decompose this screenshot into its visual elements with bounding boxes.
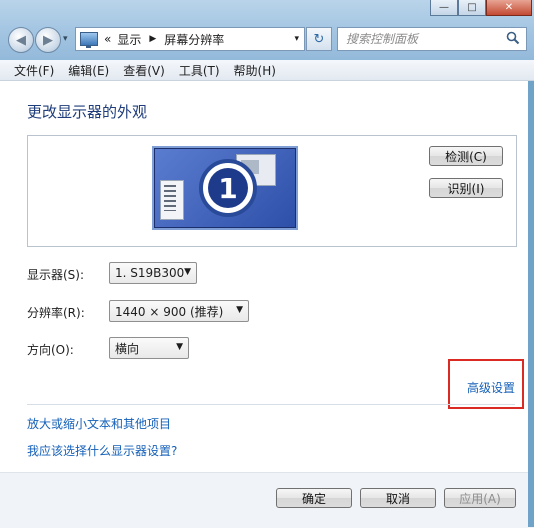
search-input[interactable] bbox=[344, 31, 498, 47]
menu-help[interactable]: 帮助(H) bbox=[234, 62, 276, 79]
search-box[interactable] bbox=[337, 27, 527, 51]
divider bbox=[27, 404, 515, 405]
window-controls: — □ ✕ bbox=[430, 0, 532, 16]
chevron-down-icon: ▼ bbox=[184, 267, 191, 277]
document-thumbnail-icon bbox=[160, 180, 184, 220]
orientation-select-value: 横向 bbox=[115, 341, 140, 356]
window-chrome: — □ ✕ ◀ ▶ ▾ « 显示 ▶ 屏幕分辨率 ▾ ↻ bbox=[0, 0, 534, 60]
monitor-1-preview[interactable]: 1 bbox=[152, 146, 298, 230]
display-label: 显示器(S): bbox=[27, 268, 85, 282]
address-dropdown-icon[interactable]: ▾ bbox=[294, 34, 299, 44]
orientation-select[interactable]: 横向 ▼ bbox=[109, 337, 189, 359]
address-bar[interactable]: « 显示 ▶ 屏幕分辨率 ▾ bbox=[75, 27, 305, 51]
refresh-icon: ↻ bbox=[313, 31, 325, 47]
menu-edit[interactable]: 编辑(E) bbox=[68, 62, 109, 79]
main-panel: 更改显示器的外观 1 检测(C) 识别(I) 显示器(S): 1. S19B30… bbox=[0, 81, 534, 528]
menu-bar: 文件(F) 编辑(E) 查看(V) 工具(T) 帮助(H) bbox=[0, 60, 534, 81]
chevron-down-icon: ▼ bbox=[176, 342, 183, 352]
monitor-preview-area: 1 检测(C) 识别(I) bbox=[27, 135, 517, 247]
breadcrumb-separator-icon[interactable]: ▶ bbox=[149, 34, 156, 44]
breadcrumb-screen-resolution[interactable]: 屏幕分辨率 bbox=[164, 31, 224, 48]
close-button[interactable]: ✕ bbox=[486, 0, 532, 16]
display-settings-help-link[interactable]: 我应该选择什么显示器设置? bbox=[27, 442, 177, 459]
display-select[interactable]: 1. S19B300 ▼ bbox=[109, 262, 197, 284]
minimize-button[interactable]: — bbox=[430, 0, 458, 16]
detect-button[interactable]: 检测(C) bbox=[429, 146, 503, 166]
search-icon[interactable] bbox=[506, 31, 520, 45]
menu-file[interactable]: 文件(F) bbox=[14, 62, 54, 79]
ok-button[interactable]: 确定 bbox=[276, 488, 352, 508]
menu-tools[interactable]: 工具(T) bbox=[179, 62, 220, 79]
resolution-select[interactable]: 1440 × 900 (推荐) ▼ bbox=[109, 300, 249, 322]
identify-button[interactable]: 识别(I) bbox=[429, 178, 503, 198]
forward-button[interactable]: ▶ bbox=[35, 27, 61, 53]
apply-button[interactable]: 应用(A) bbox=[444, 488, 516, 508]
refresh-button[interactable]: ↻ bbox=[306, 27, 332, 51]
monitor-number-badge: 1 bbox=[199, 159, 257, 217]
recent-pages-dropdown[interactable]: ▾ bbox=[63, 34, 68, 44]
orientation-label: 方向(O): bbox=[27, 343, 74, 357]
advanced-settings-link[interactable]: 高级设置 bbox=[467, 379, 515, 396]
back-button[interactable]: ◀ bbox=[8, 27, 34, 53]
forward-arrow-icon: ▶ bbox=[43, 32, 53, 48]
text-size-link[interactable]: 放大或缩小文本和其他项目 bbox=[27, 415, 171, 432]
resolution-label: 分辨率(R): bbox=[27, 306, 85, 320]
cancel-button[interactable]: 取消 bbox=[360, 488, 436, 508]
maximize-button[interactable]: □ bbox=[458, 0, 486, 16]
window-border bbox=[528, 81, 534, 527]
breadcrumb-display[interactable]: 显示 bbox=[117, 31, 141, 48]
menu-view[interactable]: 查看(V) bbox=[123, 62, 165, 79]
back-arrow-icon: ◀ bbox=[16, 32, 26, 48]
monitor-number: 1 bbox=[208, 168, 248, 208]
display-select-value: 1. S19B300 bbox=[115, 266, 185, 280]
address-overflow-chevron[interactable]: « bbox=[104, 32, 111, 46]
display-control-panel-icon bbox=[80, 32, 98, 48]
chevron-down-icon: ▼ bbox=[236, 305, 243, 315]
page-title: 更改显示器的外观 bbox=[27, 103, 148, 121]
dialog-footer: 确定 取消 应用(A) bbox=[0, 472, 534, 528]
resolution-select-value: 1440 × 900 (推荐) bbox=[115, 304, 224, 319]
